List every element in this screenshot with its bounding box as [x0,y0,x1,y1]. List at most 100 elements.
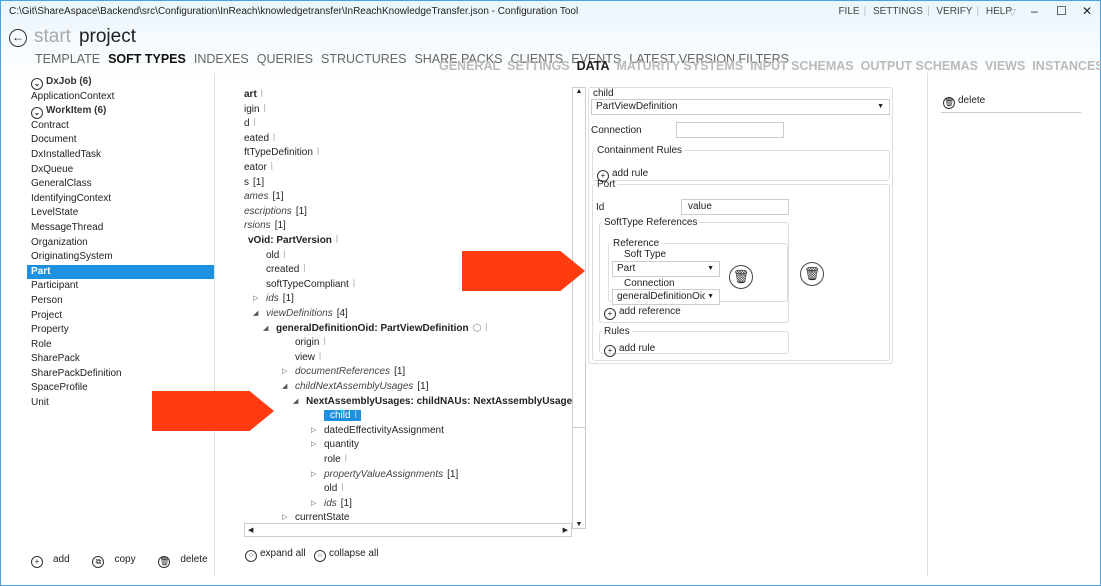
sidebar-item[interactable]: SharePack [27,352,214,367]
collapsed-triangle-icon[interactable]: ▷ [282,365,287,380]
sidebar-item[interactable]: Participant [27,279,214,294]
sidebar-item[interactable]: DxQueue [27,163,214,178]
chevron-down-icon[interactable]: ⌄ [31,107,43,120]
tab-data[interactable]: DATA [577,59,610,73]
menu-file[interactable]: FILE [838,6,859,17]
chevron-down-icon[interactable]: ⌄ [31,78,43,90]
tree-node[interactable]: ◢ generalDefinitionOid: PartViewDefinitio… [263,322,487,337]
tab-indexes[interactable]: INDEXES [194,52,249,66]
connection-input[interactable] [676,122,784,138]
tree-node[interactable]: ▷ datedEffectivityAssignment [311,424,444,439]
sidebar-item[interactable]: Contract [27,119,214,134]
tree-node[interactable]: ▷ documentReferences [1] [282,365,405,380]
tab-input-schemas[interactable]: INPUT SCHEMAS [750,59,853,73]
tree-node[interactable]: child ⦚ [324,409,361,424]
tab-views[interactable]: VIEWS [985,59,1025,73]
tree-node[interactable]: rsions [1] [244,219,286,234]
sidebar-item[interactable]: Project [27,309,214,324]
tree-node[interactable]: escriptions [1] [244,205,307,220]
tree-node[interactable]: vOid: PartVersion ⦚ [248,234,338,249]
tree-node[interactable]: igin ⦚ [244,103,266,118]
tree-node[interactable]: d ⦚ [244,117,256,132]
menu-settings[interactable]: SETTINGS [873,6,923,17]
tree-node[interactable]: old ⦚ [266,249,285,264]
expanded-triangle-icon[interactable]: ◢ [253,307,258,322]
sidebar-item[interactable]: Property [27,323,214,338]
tree-node[interactable]: ◢ NextAssemblyUsages: childNAUs: NextAsse… [293,395,572,410]
tree-node[interactable]: ◢ childNextAssemblyUsages [1] [282,380,429,395]
tree-node[interactable]: eator ⦚ [244,161,273,176]
tree-node[interactable]: eated ⦚ [244,132,275,147]
tree-node[interactable]: origin ⦚ [295,336,326,351]
tab-output-schemas[interactable]: OUTPUT SCHEMAS [861,59,978,73]
sidebar-item[interactable]: Organization [27,236,214,251]
maximize-button[interactable]: ☐ [1056,4,1067,18]
expanded-triangle-icon[interactable]: ◢ [293,395,298,410]
tree-node[interactable]: ▷ currentState [282,511,349,523]
collapsed-triangle-icon[interactable]: ▷ [282,511,287,523]
close-button[interactable]: ✕ [1082,4,1092,18]
sidebar-item[interactable]: LevelState [27,206,214,221]
breadcrumb-start[interactable]: start [34,26,71,47]
collapse-all-button[interactable]: ⁘ collapse all [313,548,378,562]
tab-settings[interactable]: SETTINGS [507,59,570,73]
tree-node[interactable]: ▷ quantity [311,438,359,453]
sidebar-item[interactable]: ⌄ DxJob (6) [27,75,214,90]
tab-general[interactable]: GENERAL [439,59,500,73]
add-rule-button-2[interactable]: + add rule [604,343,655,357]
tree-node[interactable]: ames [1] [244,190,284,205]
collapsed-triangle-icon[interactable]: ▷ [311,424,316,439]
sidebar-item[interactable]: Part [27,264,214,280]
sidebar-item[interactable]: SharePackDefinition [27,367,214,382]
menu-verify[interactable]: VERIFY [936,6,972,17]
tree-node[interactable]: softTypeCompliant ⦚ [266,278,355,293]
collapsed-triangle-icon[interactable]: ▷ [311,468,316,483]
sidebar-item[interactable]: GeneralClass [27,177,214,192]
expand-all-button[interactable]: ⁘ expand all [245,548,306,562]
sidebar-item[interactable]: OriginatingSystem [27,250,214,265]
tree-node[interactable]: ◢ viewDefinitions [4] [253,307,348,322]
delete-button[interactable]: 🗑 delete [158,554,217,568]
add-reference-button[interactable]: + add reference [604,306,681,320]
sidebar-item[interactable]: ⌄ WorkItem (6) [27,104,214,120]
tree-node[interactable]: old ⦚ [324,482,343,497]
sidebar-item[interactable]: Role [27,338,214,353]
tree-node[interactable]: role ⦚ [324,453,347,468]
tree-node[interactable]: created ⦚ [266,263,305,278]
delete-reference-trash-icon[interactable]: 🗑 [729,265,753,289]
expanded-triangle-icon[interactable]: ◢ [282,380,287,395]
collapsed-triangle-icon[interactable]: ▷ [253,292,258,307]
sidebar-item[interactable]: ApplicationContext [27,90,214,105]
child-type-select[interactable]: PartViewDefinition ▼ [591,99,890,115]
sidebar-item[interactable]: MessageThread [27,221,214,236]
tree-node[interactable]: art ⦚ [244,88,263,103]
minimize-button[interactable]: – [1031,4,1038,18]
tree-vertical-scrollbar[interactable]: ▲ ▼ [572,87,586,529]
pin-icon[interactable]: ▽ [1009,7,1016,18]
soft-type-select[interactable]: Part ▼ [612,261,720,277]
tab-template[interactable]: TEMPLATE [35,52,100,66]
tab-structures[interactable]: STRUCTURES [321,52,406,66]
copy-button[interactable]: ⧉ copy [92,554,145,568]
tab-instances[interactable]: INSTANCES [1032,59,1101,73]
tree-node[interactable]: view ⦚ [295,351,321,366]
tree-node[interactable]: ▷ propertyValueAssignments [1] [311,468,458,483]
collapsed-triangle-icon[interactable]: ▷ [311,438,316,453]
tree-node[interactable]: ▷ ids [1] [253,292,294,307]
tree-node[interactable]: ftTypeDefinition ⦚ [244,146,319,161]
sidebar-item[interactable]: DxInstalledTask [27,148,214,163]
delete-node-button[interactable]: 🗑 delete [943,95,985,109]
collapsed-triangle-icon[interactable]: ▷ [311,497,316,512]
add-button[interactable]: + add [31,554,80,568]
expanded-triangle-icon[interactable]: ◢ [263,322,268,337]
tree-node[interactable]: ▷ ids [1] [311,497,352,512]
tab-maturity-systems[interactable]: MATURITY SYSTEMS [617,59,744,73]
port-id-input[interactable]: value [681,199,789,215]
delete-softtype-reference-trash-icon[interactable]: 🗑 [800,262,824,286]
ref-connection-select[interactable]: generalDefinitionOic ▼ [612,289,720,305]
sidebar-item[interactable]: IdentifyingContext [27,192,214,207]
sidebar-item[interactable]: Person [27,294,214,309]
tree-horizontal-scrollbar[interactable]: ◀ ▶ [244,523,572,537]
tab-queries[interactable]: QUERIES [257,52,313,66]
sidebar-item[interactable]: Document [27,133,214,148]
